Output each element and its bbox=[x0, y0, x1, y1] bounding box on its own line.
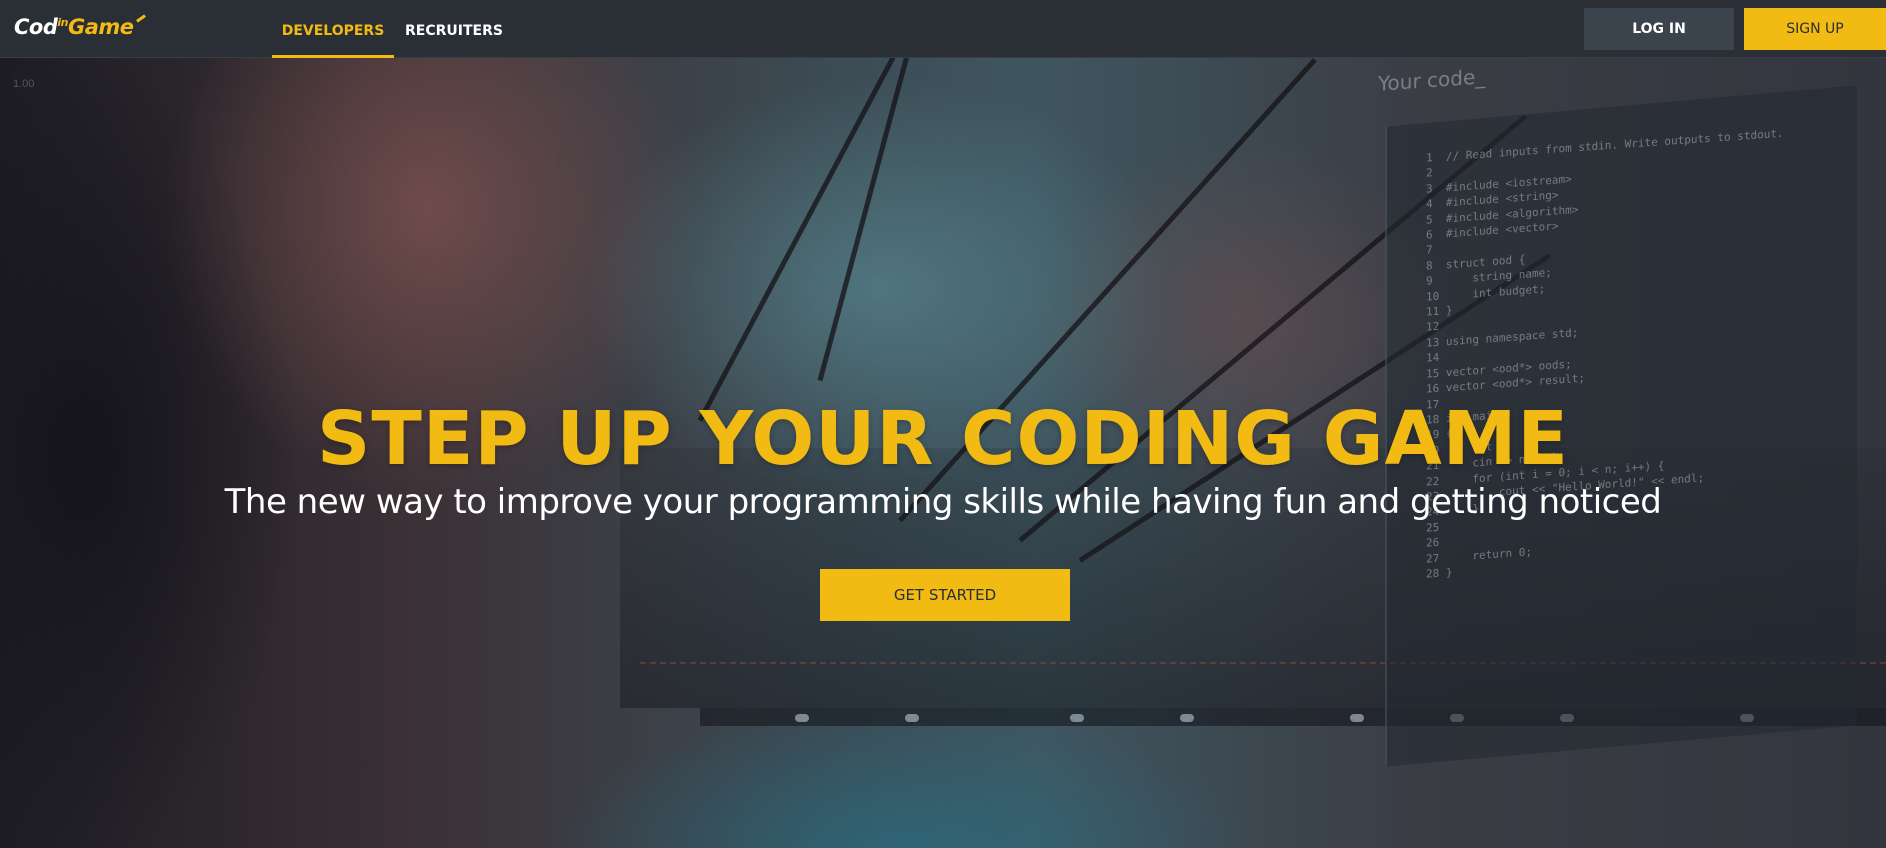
hero-subheadline: The new way to improve your programming … bbox=[224, 482, 1662, 522]
hero-headline: STEP UP YOUR CODING GAME bbox=[317, 396, 1569, 482]
tab-developers[interactable]: DEVELOPERS bbox=[272, 0, 394, 58]
zoom-indicator: 1.00 bbox=[13, 78, 35, 90]
background-beam bbox=[817, 58, 932, 382]
background-light bbox=[795, 714, 809, 722]
login-button[interactable]: LOG IN bbox=[1584, 8, 1734, 50]
get-started-button[interactable]: GET STARTED bbox=[820, 569, 1070, 621]
background-light bbox=[1350, 714, 1364, 722]
background-light bbox=[905, 714, 919, 722]
logo-spark-icon bbox=[135, 14, 146, 23]
logo-game: Game bbox=[67, 15, 134, 39]
code-panel-title: Your code_ bbox=[1378, 64, 1486, 96]
logo-prefix: Cod bbox=[14, 15, 58, 39]
codingame-logo[interactable]: CodinGame bbox=[14, 14, 146, 39]
tab-recruiters[interactable]: RECRUITERS bbox=[404, 0, 504, 58]
logo-in: in bbox=[57, 16, 68, 29]
background-light bbox=[1070, 714, 1084, 722]
background-beam bbox=[697, 58, 966, 422]
background-light bbox=[1180, 714, 1194, 722]
top-navbar: CodinGame DEVELOPERS RECRUITERS LOG IN S… bbox=[0, 0, 1886, 58]
signup-button[interactable]: SIGN UP bbox=[1744, 8, 1886, 50]
